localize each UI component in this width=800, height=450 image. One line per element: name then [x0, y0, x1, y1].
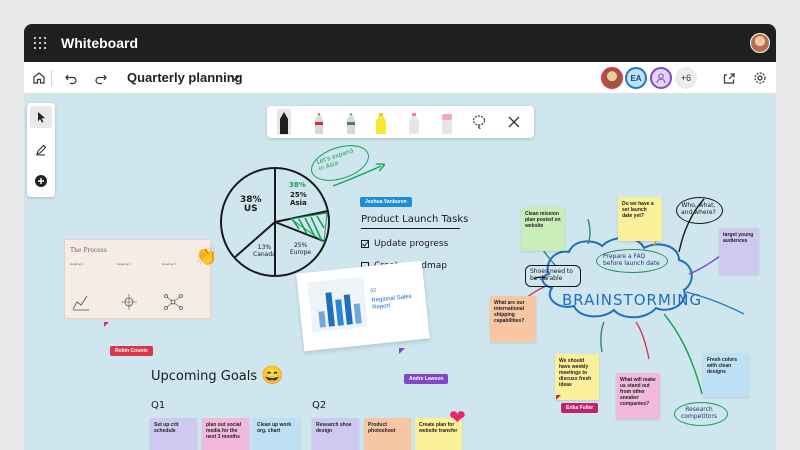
bubble-text: Who, what, and where?: [681, 202, 716, 216]
tasks-underline: [361, 228, 460, 229]
close-icon[interactable]: [506, 114, 522, 140]
pen-icon[interactable]: [30, 139, 52, 161]
task-item: Update progress: [374, 239, 449, 249]
upcoming-goals-title: Upcoming Goals: [151, 369, 258, 384]
account-avatar[interactable]: [750, 33, 770, 53]
sticky-note[interactable]: Product photoshoot: [364, 418, 411, 450]
eraser-icon[interactable]: [439, 109, 455, 135]
home-icon[interactable]: [29, 68, 49, 88]
slide-title: Regional Sales Report: [371, 293, 412, 312]
bar-chart-thumbnail: [307, 276, 369, 333]
share-icon[interactable]: [719, 68, 739, 88]
collaborator-avatar[interactable]: EA: [625, 67, 647, 89]
sticky-note[interactable]: What will make us stand out from other s…: [616, 373, 660, 419]
sticky-note[interactable]: Do we have a set launch date yet?: [618, 197, 662, 241]
quarter-label: Q1: [151, 400, 166, 411]
collaborator-avatar[interactable]: [650, 67, 672, 89]
tool-palette: [27, 103, 55, 197]
sticky-note[interactable]: We should have weekly meetings to discus…: [555, 354, 599, 400]
cursor-pointer-icon: [104, 322, 109, 327]
select-pointer-icon[interactable]: [30, 106, 52, 128]
collaborator-avatar[interactable]: [601, 67, 623, 89]
pie-label-europe: 25% Europe: [290, 242, 312, 256]
whiteboard-window: Whiteboard Quarterly planning EA +6 38% …: [24, 24, 776, 450]
undo-icon[interactable]: [61, 68, 81, 88]
toolbar-divider: [51, 70, 52, 86]
pie-label-canada: 13% Canada: [253, 244, 276, 258]
pie-label-us: 38% US: [240, 195, 262, 214]
sticky-note[interactable]: Clean up work org. chart: [253, 418, 300, 450]
heart-icon: ❤: [449, 407, 466, 429]
cursor-tag-erika: Erika Fuller: [561, 403, 599, 413]
process-heading: Heading 3: [162, 262, 176, 266]
cursor-tag-robin: Robin Counts: [110, 346, 153, 356]
sticky-note[interactable]: Set up crit schedule: [150, 418, 197, 450]
cursor-tag-joshua: Joshua Vanburen: [360, 197, 412, 207]
redo-icon[interactable]: [91, 68, 111, 88]
sales-report-slide[interactable]: 02 Regional Sales Report: [296, 260, 430, 352]
sticky-note[interactable]: What are our international shipping capa…: [490, 296, 536, 342]
pink-highlighter-icon[interactable]: [406, 109, 422, 135]
sticky-note[interactable]: plan out social media for the next 3 mon…: [202, 418, 249, 450]
pie-label-green: 38%: [289, 181, 306, 189]
process-title: The Process: [70, 247, 107, 254]
bubble-text: Shoes need to be durable: [530, 268, 573, 282]
process-diagram-icons: [72, 294, 183, 311]
tasks-title: Product Launch Tasks: [361, 214, 469, 225]
more-collaborators-count[interactable]: +6: [675, 67, 697, 89]
process-card[interactable]: The Process Heading 1 Heading 2 Heading …: [64, 239, 211, 319]
ink-toolbar: [267, 106, 534, 138]
task-checkbox-checked[interactable]: [361, 240, 369, 248]
title-bar: Whiteboard: [24, 24, 776, 62]
whiteboard-canvas[interactable]: 38% US 38% 25% Asia 13% Canada 25% Europ…: [24, 94, 776, 450]
cursor-pointer-icon: [399, 348, 405, 354]
process-heading: Heading 2: [117, 262, 131, 266]
sticky-note[interactable]: Fresh colors with clean designs: [703, 353, 749, 397]
black-pen-icon[interactable]: [276, 109, 292, 135]
clapping-hands-icon: 👏: [195, 246, 218, 266]
red-pen-icon[interactable]: [311, 109, 327, 135]
document-toolbar: Quarterly planning EA +6: [24, 62, 776, 94]
sticky-note[interactable]: target young audiences: [719, 228, 759, 274]
add-icon[interactable]: [30, 170, 52, 192]
yellow-highlighter-icon[interactable]: [373, 109, 389, 135]
teal-pen-icon[interactable]: [343, 109, 359, 135]
process-heading: Heading 1: [70, 262, 84, 266]
pie-label-asia: 25% Asia: [290, 191, 307, 207]
app-launcher-icon[interactable]: [34, 37, 47, 50]
cursor-tag-andre: Andre Lawson: [404, 374, 449, 384]
sticky-note[interactable]: Research shoe design: [312, 418, 359, 450]
lasso-select-icon[interactable]: [471, 114, 487, 140]
brainstorming-title: BRAINSTORMING: [562, 291, 703, 309]
app-title: Whiteboard: [61, 35, 138, 51]
slide-number: 02: [370, 287, 377, 295]
bubble-text: Prepare a FAQ before launch date: [603, 253, 660, 267]
chevron-down-icon[interactable]: [225, 68, 245, 88]
cursor-pointer-icon: [556, 395, 561, 400]
sticky-note[interactable]: Clean mission plan posted on website: [521, 207, 565, 251]
bubble-text: Research competitors: [681, 406, 717, 420]
smiley-icon: 😄: [261, 365, 284, 385]
settings-gear-icon[interactable]: [750, 68, 770, 88]
quarter-label: Q2: [312, 400, 327, 411]
